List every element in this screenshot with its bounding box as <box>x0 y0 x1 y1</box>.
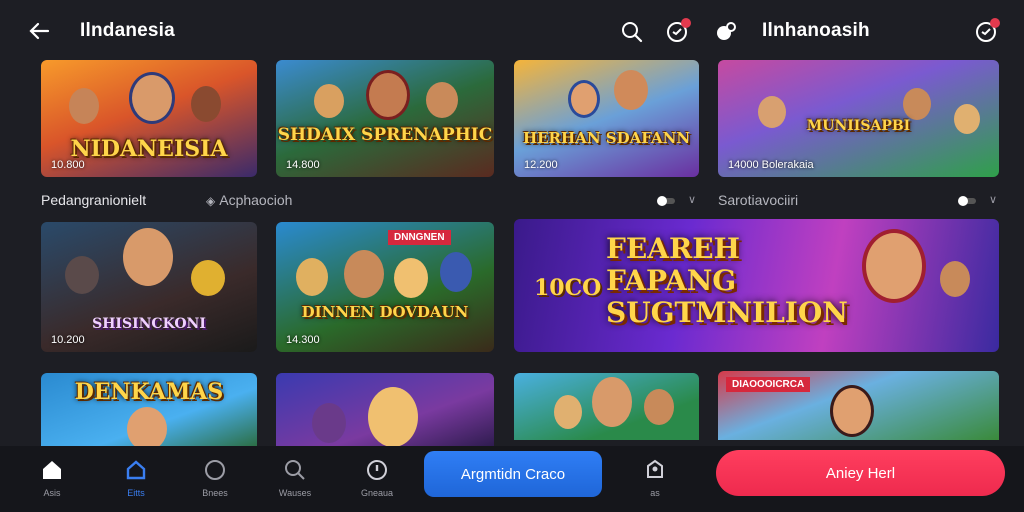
tile-count: 12.200 <box>524 159 558 171</box>
nav-item-home[interactable]: Asis <box>22 458 82 498</box>
nav-label: as <box>650 488 660 498</box>
chevron-down-icon[interactable]: ∨ <box>688 193 696 206</box>
secondary-action-button[interactable]: Aniey Herl <box>716 450 1005 496</box>
toggle-switch[interactable] <box>657 196 679 206</box>
profile-button[interactable]: as <box>625 458 685 498</box>
search-icon[interactable] <box>620 20 644 44</box>
character-art <box>862 229 926 303</box>
section-label: ◈ Acphaocioh <box>206 192 293 208</box>
nav-label: Wauses <box>278 488 312 498</box>
tile-ribbon: DNNGNEN <box>388 230 451 245</box>
toggle-switch[interactable] <box>958 196 980 206</box>
nav-label: Asis <box>43 488 61 498</box>
game-tile[interactable]: HERHAN SDAFANN 12.200 <box>514 60 699 177</box>
logo-icon[interactable] <box>714 20 738 44</box>
character-art <box>644 389 674 425</box>
game-tile[interactable]: DNNGNEN DINNEN DOVDAUN 14.300 <box>276 222 494 352</box>
notification-badge <box>681 18 691 28</box>
house-outline-icon <box>126 460 146 480</box>
chevron-down-icon[interactable]: ∨ <box>989 193 997 206</box>
character-art <box>65 256 99 294</box>
game-tile[interactable]: DIAOOOICRCA <box>718 371 999 440</box>
nav-item-gneaua[interactable]: Gneaua <box>347 458 407 498</box>
featured-banner[interactable]: 10CO FEAREH FAPANG SUGTMNILION <box>514 219 999 352</box>
home-icon <box>43 461 61 479</box>
back-arrow-icon[interactable] <box>28 20 50 42</box>
character-art <box>129 72 175 124</box>
character-art <box>296 258 328 296</box>
nav-item-wauses[interactable]: Wauses <box>265 458 325 498</box>
character-art <box>312 403 346 443</box>
tile-title: SHDAIX SPRENAPHIC <box>277 125 493 145</box>
game-tile[interactable] <box>514 373 699 440</box>
nav-label: Eitts <box>127 488 145 498</box>
character-art <box>366 70 410 120</box>
character-art <box>568 80 600 118</box>
app-screen: Ilndanesia Ilnhanoasih NIDANEISIA 10.800… <box>0 0 1024 512</box>
character-art <box>191 260 225 296</box>
character-art <box>127 407 167 450</box>
character-art <box>344 250 384 298</box>
game-tile[interactable]: SHDAIX SPRENAPHIC 14.800 <box>276 60 494 177</box>
character-art <box>614 70 648 110</box>
user-badge-icon <box>647 459 663 478</box>
shield-icon <box>367 460 387 480</box>
header-left: Ilndanesia <box>0 0 708 60</box>
character-art <box>394 258 428 298</box>
notification-button-right[interactable] <box>974 18 1000 44</box>
character-art <box>368 387 418 447</box>
game-tile[interactable]: MUNIISAPBI 14000 Bolerakaia <box>718 60 999 177</box>
tile-count: 14.800 <box>286 159 320 171</box>
tile-title: SHISINCKONI <box>92 316 206 332</box>
game-tile[interactable] <box>276 373 494 450</box>
character-art <box>592 377 632 427</box>
search-icon <box>285 460 305 480</box>
tile-count: 14.300 <box>286 334 320 346</box>
section-label: Sarotiavociiri <box>718 192 799 208</box>
page-title: Ilndanesia <box>80 20 175 41</box>
tile-count: 10.200 <box>51 334 85 346</box>
character-art <box>69 88 99 124</box>
character-art <box>440 252 472 292</box>
character-art <box>903 88 931 120</box>
tile-title: DENKAMAS <box>74 379 224 405</box>
tile-title: DINNEN DOVDAUN <box>301 303 469 321</box>
game-tile[interactable]: DENKAMAS <box>41 373 257 450</box>
character-art <box>940 261 970 297</box>
circle-icon <box>205 460 225 480</box>
character-art <box>314 84 344 118</box>
banner-prefix: 10CO <box>534 275 602 301</box>
tile-ribbon: DIAOOOICRCA <box>726 377 811 392</box>
character-art <box>191 86 221 122</box>
nav-item-bnees[interactable]: Bnees <box>185 458 245 498</box>
tile-count: 14000 Bolerakaia <box>728 159 814 171</box>
character-art <box>554 395 582 429</box>
nav-label: Gneaua <box>360 488 394 498</box>
layers-icon: ◈ <box>206 194 216 208</box>
character-art <box>830 385 874 437</box>
nav-item-eitts[interactable]: Eitts <box>106 458 166 498</box>
tile-title: HERHAN SDAFANN <box>522 129 691 147</box>
secondary-title: Ilnhanoasih <box>762 20 870 41</box>
tile-count: 10.800 <box>51 159 85 171</box>
character-art <box>426 82 458 118</box>
tile-title: MUNIISAPBI <box>806 118 911 134</box>
game-tile[interactable]: NIDANEISIA 10.800 <box>41 60 257 177</box>
notification-button[interactable] <box>665 18 691 44</box>
notification-badge <box>990 18 1000 28</box>
nav-label: Bnees <box>202 488 228 498</box>
banner-title: FEAREH FAPANG SUGTMNILION <box>606 232 848 329</box>
header-right: Ilnhanoasih <box>708 0 1024 60</box>
section-label: Pedangranionielt <box>41 192 147 208</box>
primary-action-button[interactable]: Argmtidn Craco <box>424 451 602 497</box>
game-tile[interactable]: SHISINCKONI 10.200 <box>41 222 257 352</box>
character-art <box>123 228 173 286</box>
